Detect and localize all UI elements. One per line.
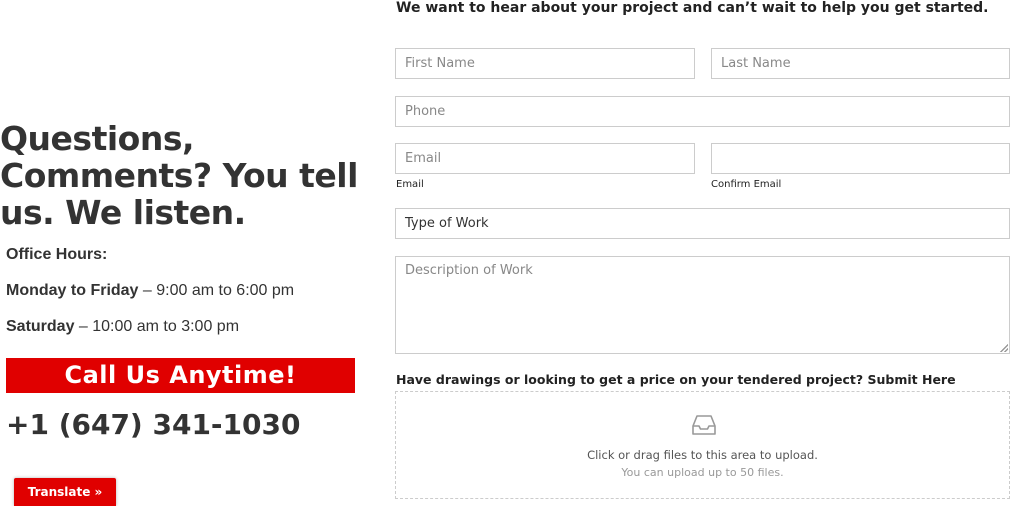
first-name-input[interactable]: First Name [395,48,695,79]
description-placeholder: Description of Work [405,263,533,278]
hours-time: – 10:00 am to 3:00 pm [74,318,240,335]
file-dropzone[interactable]: Click or drag files to this area to uplo… [395,391,1010,499]
resize-handle[interactable] [1000,344,1008,352]
confirm-email-label: Confirm Email [711,179,782,190]
hours-days: Saturday [6,318,75,335]
dropzone-text: Click or drag files to this area to uplo… [587,448,818,462]
email-label: Email [396,179,424,190]
dropzone-limit: You can upload up to 50 files. [621,466,784,479]
type-of-work-select[interactable]: Type of Work [395,208,1010,239]
hours-weekdays: Monday to Friday – 9:00 am to 6:00 pm [6,282,294,300]
hours-saturday: Saturday – 10:00 am to 3:00 pm [6,318,239,336]
office-hours-title: Office Hours: [6,246,108,263]
hours-days: Monday to Friday [6,282,139,299]
form-intro: We want to hear about your project and c… [396,0,989,16]
translate-button[interactable]: Translate » [14,478,116,506]
upload-label: Have drawings or looking to get a price … [396,372,956,387]
description-textarea[interactable]: Description of Work [395,256,1010,354]
email-input[interactable]: Email [395,143,695,174]
inbox-icon [692,415,716,435]
last-name-input[interactable]: Last Name [711,48,1010,79]
phone-number[interactable]: +1 (647) 341-1030 [6,408,300,441]
hours-time: – 9:00 am to 6:00 pm [138,282,295,299]
phone-input[interactable]: Phone [395,96,1010,127]
call-us-banner[interactable]: Call Us Anytime! [6,358,355,393]
contact-heading: Questions, Comments? You tell us. We lis… [0,119,358,232]
confirm-email-input[interactable] [711,143,1010,174]
